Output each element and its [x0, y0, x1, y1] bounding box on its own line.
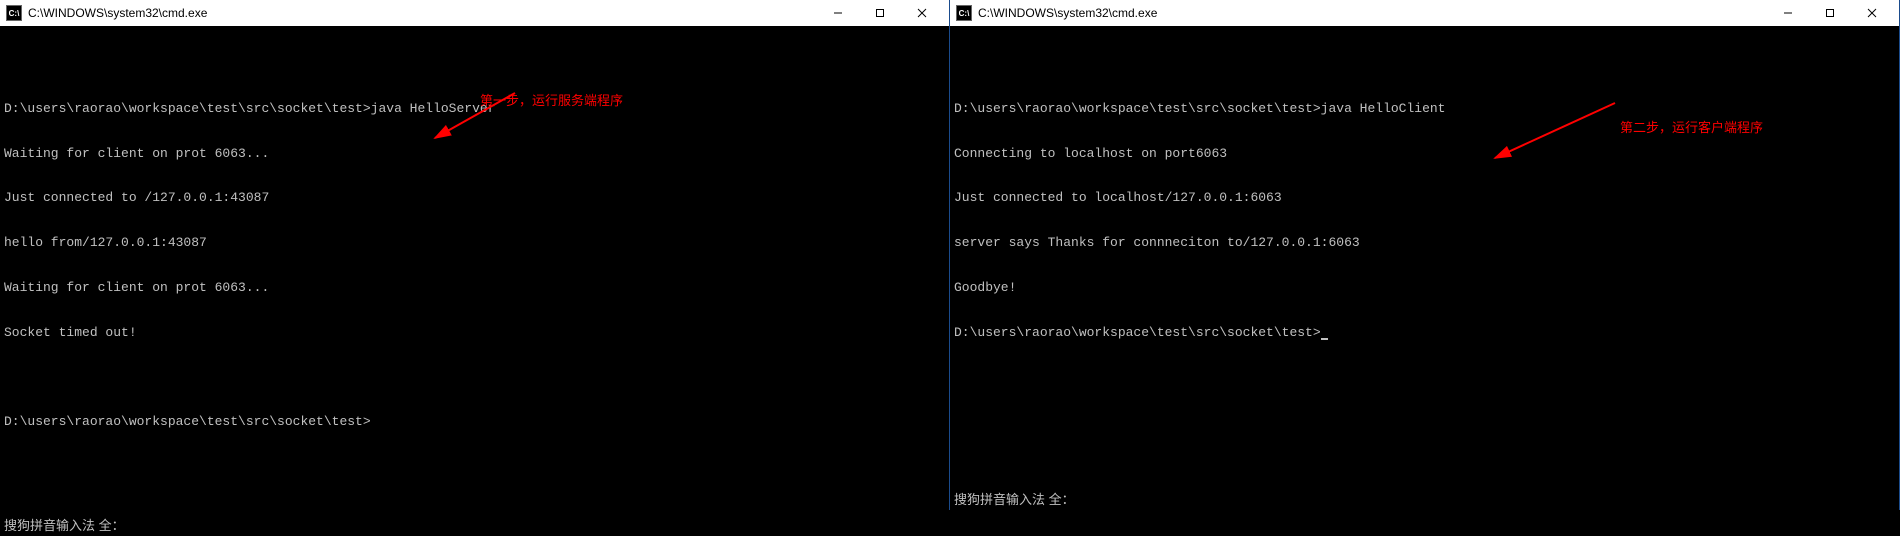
- close-icon: [917, 8, 927, 18]
- window-title: C:\WINDOWS\system32\cmd.exe: [978, 6, 1767, 20]
- annotation-text: 第二步，运行客户端程序: [1620, 121, 1763, 136]
- cmd-icon-label: C:\: [959, 9, 970, 18]
- terminal-line: D:\users\raorao\workspace\test\src\socke…: [954, 102, 1895, 117]
- ime-status: 搜狗拼音输入法 全：: [954, 493, 1075, 508]
- cmd-icon: C:\: [6, 5, 22, 21]
- terminal-output[interactable]: D:\users\raorao\workspace\test\src\socke…: [950, 26, 1899, 510]
- terminal-line: hello from/127.0.0.1:43087: [4, 236, 945, 251]
- cmd-window-client: C:\ C:\WINDOWS\system32\cmd.exe D:\users…: [950, 0, 1900, 510]
- close-button[interactable]: [1851, 0, 1893, 26]
- terminal-output[interactable]: D:\users\raorao\workspace\test\src\socke…: [0, 26, 949, 536]
- window-controls: [817, 0, 943, 26]
- cmd-icon: C:\: [956, 5, 972, 21]
- maximize-icon: [1825, 8, 1835, 18]
- titlebar: C:\ C:\WINDOWS\system32\cmd.exe: [950, 0, 1899, 26]
- terminal-line: Socket timed out!: [4, 326, 945, 341]
- maximize-icon: [875, 8, 885, 18]
- window-controls: [1767, 0, 1893, 26]
- minimize-icon: [1783, 8, 1793, 18]
- minimize-icon: [833, 8, 843, 18]
- minimize-button[interactable]: [1767, 0, 1809, 26]
- maximize-button[interactable]: [859, 0, 901, 26]
- titlebar: C:\ C:\WINDOWS\system32\cmd.exe: [0, 0, 949, 26]
- close-icon: [1867, 8, 1877, 18]
- maximize-button[interactable]: [1809, 0, 1851, 26]
- terminal-line: server says Thanks for connneciton to/12…: [954, 236, 1895, 251]
- window-title: C:\WINDOWS\system32\cmd.exe: [28, 6, 817, 20]
- cmd-window-server: C:\ C:\WINDOWS\system32\cmd.exe D:\users…: [0, 0, 950, 510]
- terminal-prompt-line: D:\users\raorao\workspace\test\src\socke…: [954, 326, 1895, 341]
- annotation-arrow: [1480, 68, 1620, 198]
- terminal-line: [4, 371, 945, 385]
- terminal-line: [954, 58, 1895, 72]
- terminal-line: Waiting for client on prot 6063...: [4, 281, 945, 296]
- terminal-line: Goodbye!: [954, 281, 1895, 296]
- terminal-line: [4, 58, 945, 72]
- terminal-line: D:\users\raorao\workspace\test\src\socke…: [954, 325, 1321, 340]
- terminal-line: Just connected to /127.0.0.1:43087: [4, 191, 945, 206]
- ime-status: 搜狗拼音输入法 全：: [4, 519, 125, 534]
- cmd-icon-label: C:\: [9, 9, 20, 18]
- terminal-line: Waiting for client on prot 6063...: [4, 147, 945, 162]
- terminal-line: Connecting to localhost on port6063: [954, 147, 1895, 162]
- terminal-line: D:\users\raorao\workspace\test\src\socke…: [4, 415, 945, 430]
- minimize-button[interactable]: [817, 0, 859, 26]
- close-button[interactable]: [901, 0, 943, 26]
- terminal-line: Just connected to localhost/127.0.0.1:60…: [954, 191, 1895, 206]
- terminal-line: D:\users\raorao\workspace\test\src\socke…: [4, 102, 945, 117]
- terminal-cursor: [1321, 338, 1328, 340]
